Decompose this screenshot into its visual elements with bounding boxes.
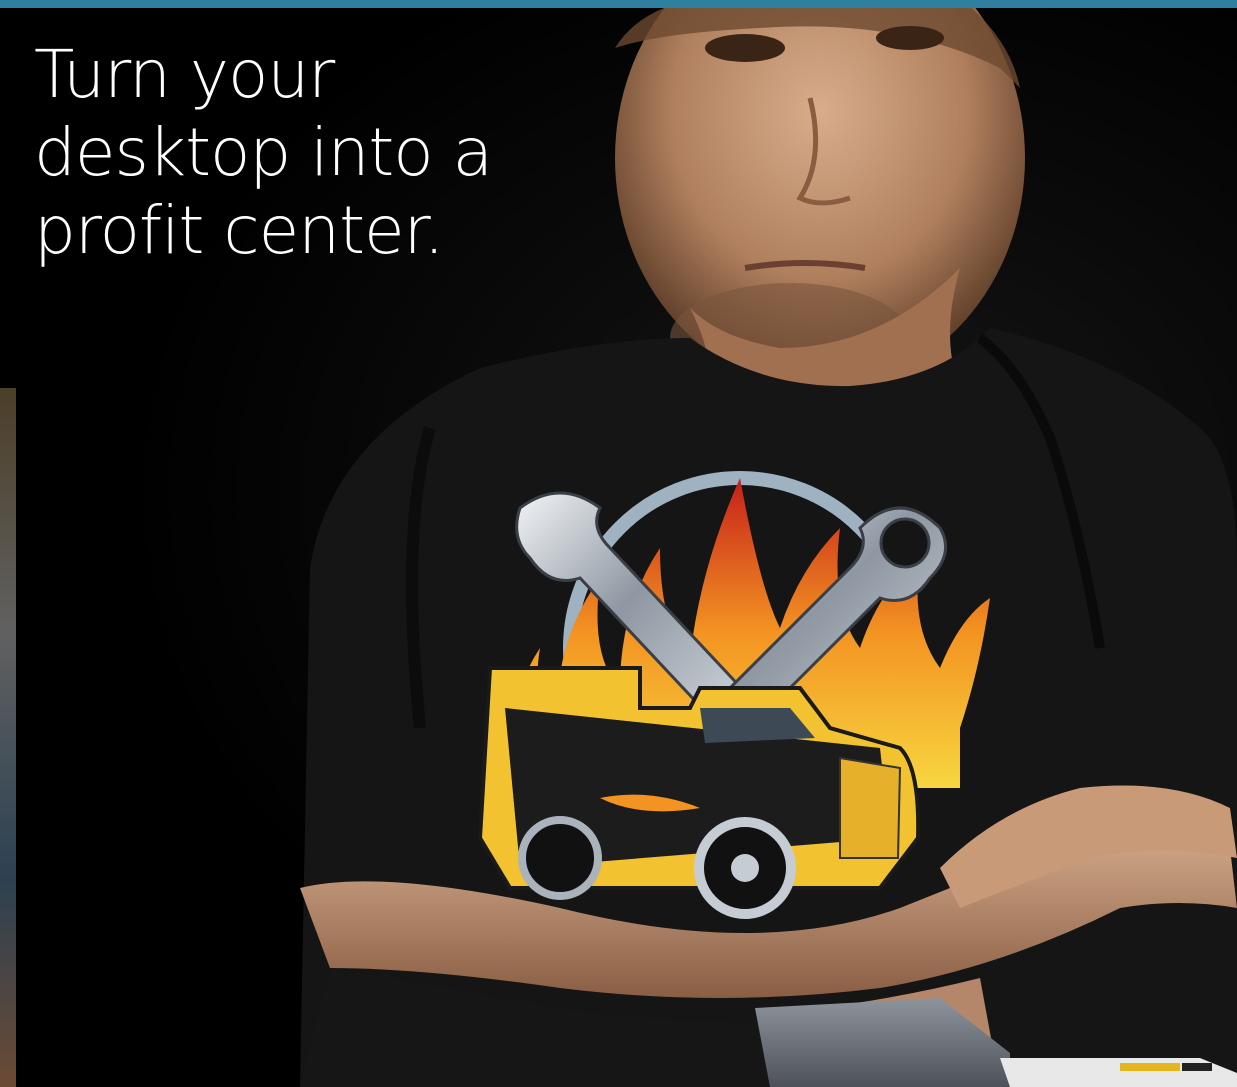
top-accent-bar bbox=[0, 0, 1237, 8]
headline: Turn your desktop into a profit center. bbox=[34, 36, 594, 270]
headline-line-1: Turn your bbox=[34, 36, 335, 113]
face bbox=[615, 8, 1025, 393]
headline-line-3: profit center. bbox=[34, 192, 445, 269]
headline-line-2: desktop into a bbox=[34, 114, 493, 191]
advertisement-photo: Turn your desktop into a profit center. bbox=[0, 8, 1237, 1087]
